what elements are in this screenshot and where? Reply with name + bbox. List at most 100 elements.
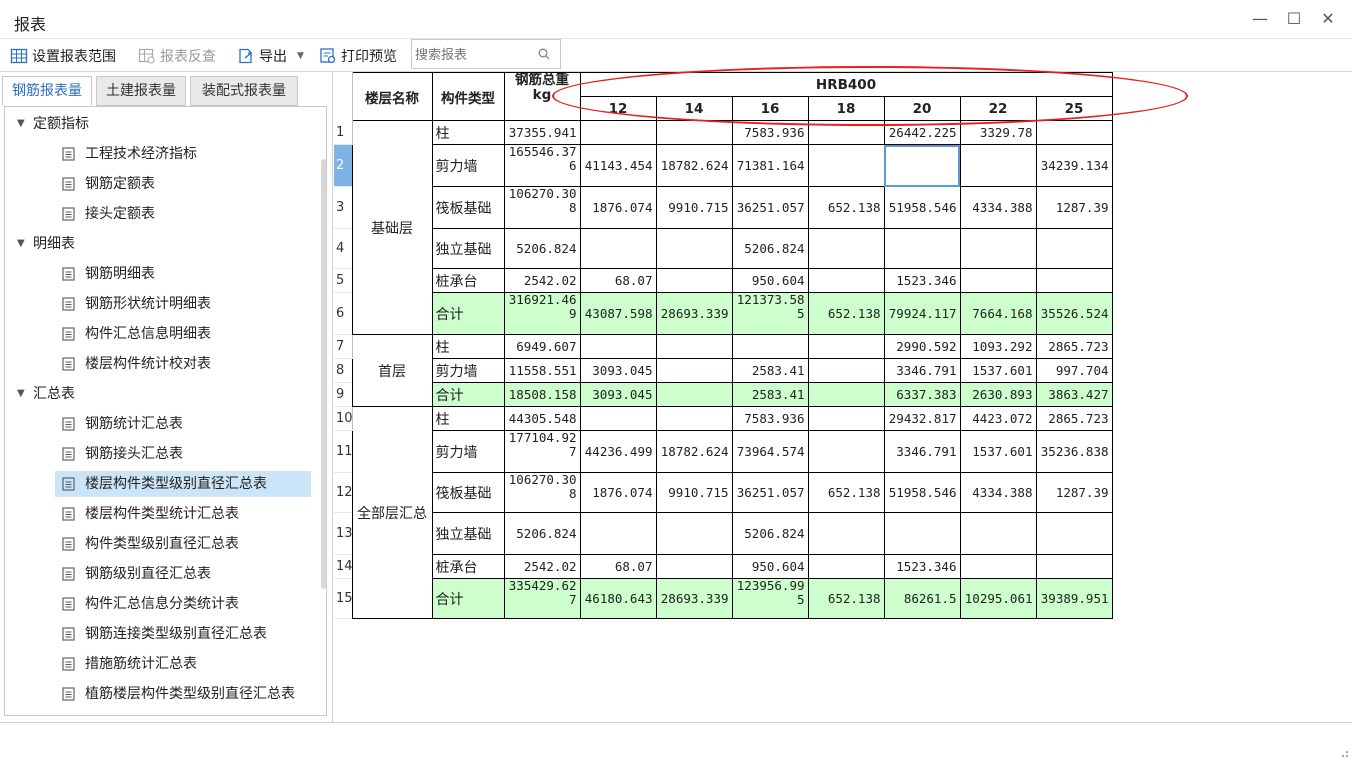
- value-cell[interactable]: [807, 406, 885, 431]
- value-cell[interactable]: [579, 406, 657, 431]
- total-weight-cell[interactable]: 37355.941: [503, 120, 581, 145]
- value-cell[interactable]: 652.138: [807, 578, 885, 619]
- value-cell[interactable]: [655, 512, 733, 555]
- value-cell[interactable]: 3093.045: [579, 358, 657, 383]
- value-cell[interactable]: [1035, 512, 1113, 555]
- component-type-cell[interactable]: 合计: [431, 382, 505, 407]
- value-cell[interactable]: 46180.643: [579, 578, 657, 619]
- row-number[interactable]: 5: [334, 268, 353, 293]
- expand-arrow-icon[interactable]: ▼: [17, 111, 25, 137]
- value-cell[interactable]: 5206.824: [731, 228, 809, 269]
- value-cell[interactable]: 3346.791: [883, 430, 961, 473]
- tab-prefab-report[interactable]: 装配式报表量: [190, 76, 298, 106]
- value-cell[interactable]: 34239.134: [1035, 144, 1113, 187]
- value-cell[interactable]: 68.07: [579, 554, 657, 579]
- value-cell[interactable]: 44236.499: [579, 430, 657, 473]
- component-type-cell[interactable]: 筏板基础: [431, 186, 505, 229]
- total-weight-cell[interactable]: 2542.02: [503, 554, 581, 579]
- value-cell[interactable]: 5206.824: [731, 512, 809, 555]
- value-cell[interactable]: 1876.074: [579, 186, 657, 229]
- value-cell[interactable]: 1093.292: [959, 334, 1037, 359]
- value-cell[interactable]: [579, 512, 657, 555]
- value-cell[interactable]: 121373.585: [731, 292, 809, 335]
- value-cell[interactable]: 28693.339: [655, 292, 733, 335]
- search-icon[interactable]: [538, 48, 550, 60]
- value-cell[interactable]: 2990.592: [883, 334, 961, 359]
- tree-item[interactable]: 工程技术经济指标: [5, 141, 326, 167]
- floor-name-cell[interactable]: 基础层: [351, 120, 433, 335]
- tree-item[interactable]: 钢筋连接类型级别直径汇总表: [5, 621, 326, 647]
- tree-group[interactable]: ▼ 汇总表: [5, 381, 326, 407]
- print-preview-button[interactable]: 打印预览: [319, 46, 397, 66]
- tab-civil-report[interactable]: 土建报表量: [96, 76, 186, 106]
- value-cell[interactable]: [959, 512, 1037, 555]
- row-number[interactable]: 4: [334, 228, 353, 269]
- value-cell[interactable]: 51958.546: [883, 472, 961, 513]
- chevron-down-icon[interactable]: ▼: [297, 51, 304, 61]
- value-cell[interactable]: 4334.388: [959, 472, 1037, 513]
- value-cell[interactable]: 950.604: [731, 268, 809, 293]
- expand-arrow-icon[interactable]: ▼: [17, 231, 25, 257]
- value-cell[interactable]: [655, 406, 733, 431]
- component-type-cell[interactable]: 独立基础: [431, 228, 505, 269]
- total-weight-cell[interactable]: 11558.551: [503, 358, 581, 383]
- value-cell[interactable]: 28693.339: [655, 578, 733, 619]
- row-number[interactable]: 11: [334, 430, 353, 473]
- value-cell[interactable]: 79924.117: [883, 292, 961, 335]
- value-cell[interactable]: 7583.936: [731, 120, 809, 145]
- value-cell[interactable]: 26442.225: [883, 120, 961, 145]
- value-cell[interactable]: 1287.39: [1035, 472, 1113, 513]
- value-cell[interactable]: 3329.78: [959, 120, 1037, 145]
- component-type-cell[interactable]: 剪力墙: [431, 430, 505, 473]
- value-cell[interactable]: 73964.574: [731, 430, 809, 473]
- component-type-cell[interactable]: 剪力墙: [431, 358, 505, 383]
- value-cell[interactable]: [579, 334, 657, 359]
- value-cell[interactable]: [1035, 268, 1113, 293]
- component-type-cell[interactable]: 柱: [431, 406, 505, 431]
- row-number[interactable]: 3: [334, 186, 353, 229]
- row-number[interactable]: 1: [334, 120, 353, 145]
- total-weight-cell[interactable]: 44305.548: [503, 406, 581, 431]
- value-cell[interactable]: 10295.061: [959, 578, 1037, 619]
- row-number[interactable]: 12: [334, 472, 353, 513]
- value-cell[interactable]: [883, 512, 961, 555]
- value-cell[interactable]: [1035, 554, 1113, 579]
- expand-arrow-icon[interactable]: ▼: [17, 381, 25, 407]
- value-cell[interactable]: 652.138: [807, 292, 885, 335]
- value-cell[interactable]: 652.138: [807, 472, 885, 513]
- value-cell[interactable]: 39389.951: [1035, 578, 1113, 619]
- total-weight-cell[interactable]: 177104.927: [503, 430, 581, 473]
- value-cell[interactable]: [655, 554, 733, 579]
- tree-item[interactable]: 接头定额表: [5, 201, 326, 227]
- minimize-button[interactable]: —: [1248, 8, 1272, 30]
- value-cell[interactable]: 2583.41: [731, 382, 809, 407]
- value-cell[interactable]: [883, 228, 961, 269]
- total-weight-cell[interactable]: 5206.824: [503, 512, 581, 555]
- value-cell[interactable]: 51958.546: [883, 186, 961, 229]
- row-number[interactable]: 10: [334, 406, 353, 431]
- value-cell[interactable]: 2865.723: [1035, 334, 1113, 359]
- value-cell[interactable]: 7583.936: [731, 406, 809, 431]
- set-range-button[interactable]: 设置报表范围: [10, 46, 116, 66]
- value-cell[interactable]: 3346.791: [883, 358, 961, 383]
- value-cell[interactable]: [655, 334, 733, 359]
- component-type-cell[interactable]: 剪力墙: [431, 144, 505, 187]
- value-cell[interactable]: 997.704: [1035, 358, 1113, 383]
- value-cell[interactable]: [579, 228, 657, 269]
- total-weight-cell[interactable]: 316921.469: [503, 292, 581, 335]
- total-weight-cell[interactable]: 6949.607: [503, 334, 581, 359]
- row-number[interactable]: 2: [334, 144, 353, 187]
- tree-item[interactable]: 构件类型级别直径汇总表: [5, 531, 326, 557]
- row-number[interactable]: 8: [334, 358, 353, 383]
- tree-group[interactable]: ▼ 明细表: [5, 231, 326, 257]
- value-cell[interactable]: [883, 144, 961, 187]
- value-cell[interactable]: 1537.601: [959, 430, 1037, 473]
- row-number[interactable]: 15: [334, 578, 353, 619]
- value-cell[interactable]: 652.138: [807, 186, 885, 229]
- tree-item[interactable]: 钢筋定额表: [5, 171, 326, 197]
- row-number[interactable]: 6: [334, 292, 353, 335]
- value-cell[interactable]: 3093.045: [579, 382, 657, 407]
- value-cell[interactable]: 1876.074: [579, 472, 657, 513]
- value-cell[interactable]: 4334.388: [959, 186, 1037, 229]
- value-cell[interactable]: [807, 334, 885, 359]
